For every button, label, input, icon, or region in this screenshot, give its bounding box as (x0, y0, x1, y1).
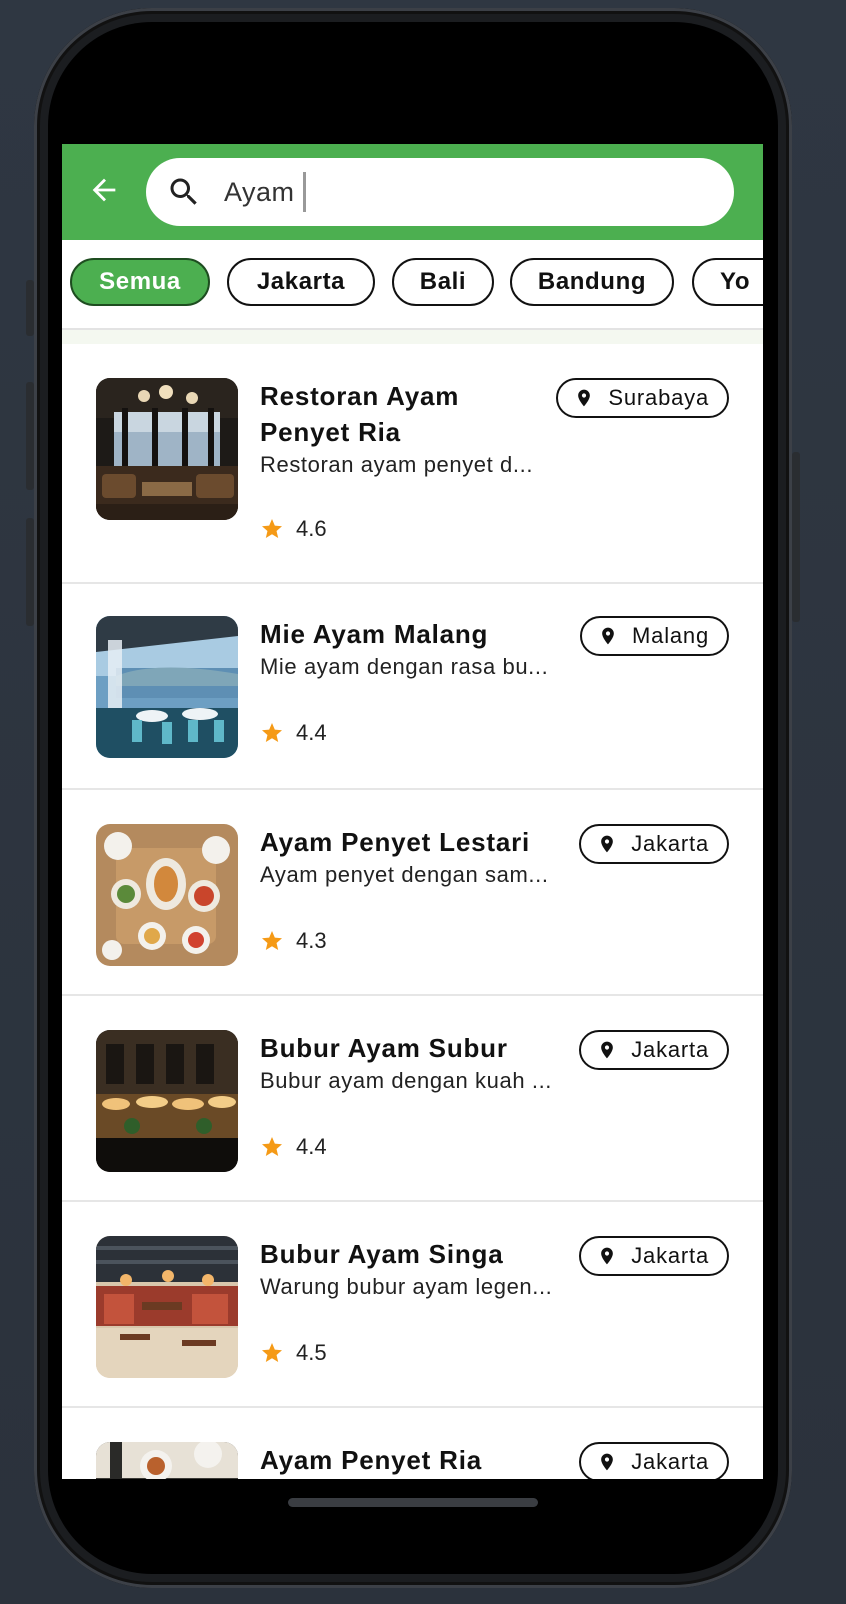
location-pin-icon (601, 835, 614, 853)
filter-chip-label: Yo (720, 268, 751, 295)
restaurant-image (96, 1236, 238, 1378)
location-pin-icon (602, 627, 614, 645)
restaurant-name: Bubur Ayam Subur (260, 1033, 508, 1063)
search-app-bar: Ayam (62, 144, 763, 240)
star-icon (262, 519, 282, 538)
location-badge: Surabaya (556, 378, 729, 418)
restaurant-rating: 4.4 (260, 1134, 327, 1160)
restaurant-image (96, 1442, 238, 1479)
restaurant-name: Bubur Ayam Singa (260, 1239, 504, 1269)
text-cursor (302, 172, 306, 212)
restaurant-description: Warung bubur ayam legen... (260, 1274, 553, 1299)
location-badge: Jakarta (579, 1442, 729, 1479)
restaurant-description: Ayam penyet dengan sam... (260, 862, 549, 887)
location-badge: Malang (580, 616, 729, 656)
location-pin-icon (578, 389, 591, 407)
silent-switch (26, 280, 34, 336)
restaurant-card[interactable]: Restoran Ayam Penyet Ria Restoran ayam p… (62, 344, 763, 584)
star-icon (262, 723, 282, 742)
arrow-left-icon (92, 178, 116, 202)
filter-chip-bali[interactable]: Bali (392, 258, 494, 306)
restaurant-rating: 4.4 (260, 720, 327, 746)
filter-chip-yogyakarta[interactable]: Yo (692, 258, 763, 306)
phone-screen-bezel: Ayam Semua Jakarta Bali Bandung Yo Resto… (48, 22, 778, 1574)
volume-down-button (26, 518, 34, 626)
location-label: Malang (632, 623, 709, 648)
location-badge: Jakarta (579, 1030, 729, 1070)
volume-up-button (26, 382, 34, 490)
rating-value: 4.6 (296, 516, 327, 541)
restaurant-name: Ayam Penyet Ria (260, 1445, 483, 1475)
location-label: Jakarta (631, 1449, 709, 1474)
divider (62, 330, 763, 344)
location-badge: Jakarta (579, 1236, 729, 1276)
star-icon (262, 1137, 282, 1156)
restaurant-name: Mie Ayam Malang (260, 619, 489, 649)
restaurant-image (96, 616, 238, 758)
rating-value: 4.4 (296, 1134, 327, 1159)
restaurant-description: Restoran ayam penyet d... (260, 452, 534, 477)
power-button (792, 452, 800, 622)
restaurant-name: Ayam Penyet Lestari (260, 827, 531, 857)
location-label: Jakarta (631, 831, 709, 856)
filter-chip-semua[interactable]: Semua (70, 258, 210, 306)
restaurant-card[interactable]: Bubur Ayam Subur Bubur ayam dengan kuah … (62, 996, 763, 1202)
location-badge: Jakarta (579, 824, 729, 864)
star-icon (262, 1343, 282, 1362)
location-label: Surabaya (608, 385, 709, 410)
restaurant-description: Bubur ayam dengan kuah ... (260, 1068, 553, 1093)
search-query-text[interactable]: Ayam (224, 177, 295, 208)
restaurant-image (96, 378, 238, 520)
restaurant-card[interactable]: Bubur Ayam Singa Warung bubur ayam legen… (62, 1202, 763, 1408)
restaurant-name: Restoran Ayam Penyet Ria (260, 381, 460, 447)
search-icon (170, 178, 197, 205)
restaurant-card[interactable]: Ayam Penyet Lestari Ayam penyet dengan s… (62, 790, 763, 996)
location-pin-icon (601, 1041, 614, 1059)
rating-value: 4.3 (296, 928, 327, 953)
star-icon (262, 931, 282, 950)
location-pin-icon (601, 1453, 614, 1471)
restaurant-card[interactable]: Mie Ayam Malang Mie ayam dengan rasa bu.… (62, 584, 763, 790)
restaurant-image (96, 1030, 238, 1172)
home-indicator[interactable] (288, 1498, 538, 1507)
restaurant-rating: 4.5 (260, 1340, 327, 1366)
rating-value: 4.5 (296, 1340, 327, 1365)
filter-chip-jakarta[interactable]: Jakarta (227, 258, 375, 306)
restaurant-list: Restoran Ayam Penyet Ria Restoran ayam p… (62, 344, 763, 1479)
restaurant-card[interactable]: Ayam Penyet Ria Jakarta (62, 1408, 763, 1479)
restaurant-description: Mie ayam dengan rasa bu... (260, 654, 549, 679)
rating-value: 4.4 (296, 720, 327, 745)
filter-chip-bandung[interactable]: Bandung (510, 258, 674, 306)
restaurant-image (96, 824, 238, 966)
city-filter-chips: Semua Jakarta Bali Bandung Yo (62, 240, 763, 330)
restaurant-rating: 4.3 (260, 928, 327, 954)
search-input[interactable]: Ayam (146, 158, 734, 226)
app-screen: Ayam Semua Jakarta Bali Bandung Yo Resto… (62, 144, 763, 1479)
location-pin-icon (601, 1247, 614, 1265)
back-button[interactable] (82, 168, 126, 212)
location-label: Jakarta (631, 1243, 709, 1268)
location-label: Jakarta (631, 1037, 709, 1062)
restaurant-rating: 4.6 (260, 516, 327, 542)
